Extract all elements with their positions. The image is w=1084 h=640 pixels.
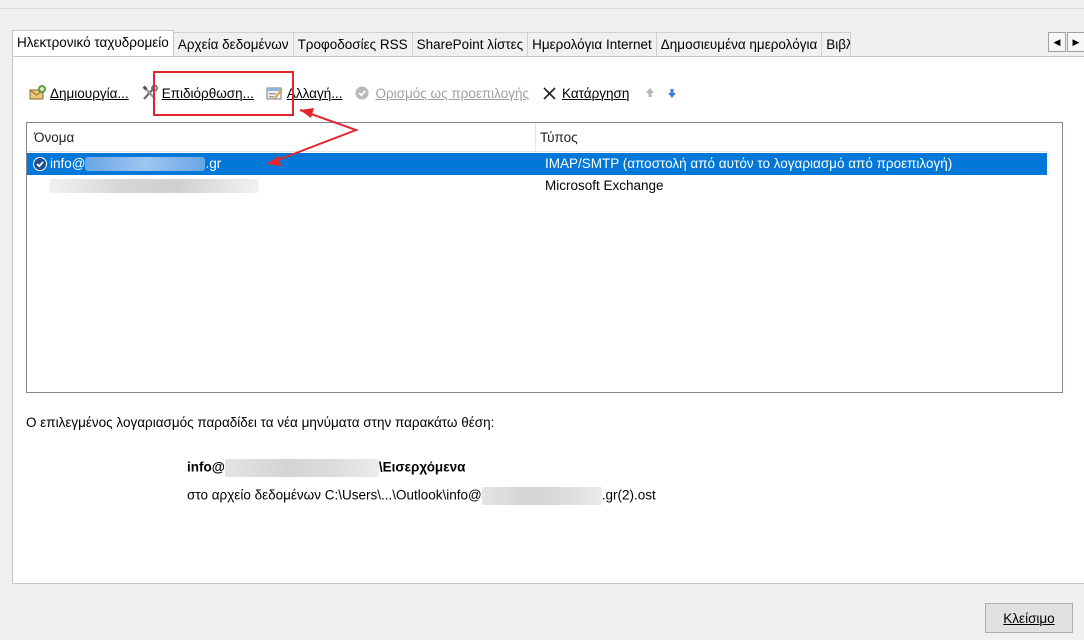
remove-button[interactable]: Κατάργηση	[538, 82, 632, 104]
remove-x-icon	[541, 85, 559, 101]
redacted-account	[224, 459, 379, 477]
tab-scroll-right-icon[interactable]: ▶	[1067, 32, 1084, 52]
delivery-account-folder: info@ \Εισερχόμενα	[187, 459, 465, 477]
tab-scroll-left-icon[interactable]: ◀	[1048, 32, 1066, 52]
remove-label: Κατάργηση	[562, 85, 630, 101]
tab-scroll-buttons: ◀ ▶	[1048, 32, 1084, 52]
repair-label: Επιδιόρθωση...	[161, 85, 254, 101]
delivery-file-prefix: στο αρχείο δεδομένων C:\Users\...\Outloo…	[187, 487, 482, 503]
delivery-data-file: στο αρχείο δεδομένων C:\Users\...\Outloo…	[187, 487, 656, 505]
tab-data-files[interactable]: Αρχεία δεδομένων	[172, 32, 294, 56]
close-label: Κλείσιμο	[1003, 610, 1055, 626]
change-icon	[266, 85, 284, 101]
delivery-intro-text: Ο επιλεγμένος λογαριασμός παραδίδει τα ν…	[26, 415, 495, 430]
tab-address-books[interactable]: Βιβλία διευθύνσεων	[821, 32, 852, 56]
new-account-label: Δημιουργία...	[50, 85, 129, 101]
account-row[interactable]: Microsoft Exchange	[27, 175, 1047, 197]
account-type: Microsoft Exchange	[545, 178, 664, 193]
change-button[interactable]: Αλλαγή...	[263, 82, 346, 104]
new-account-icon	[29, 85, 47, 101]
tab-email[interactable]: Ηλεκτρονικό ταχυδρομείο	[12, 30, 174, 56]
move-down-icon	[666, 85, 678, 101]
column-header-name[interactable]: Όνομα	[34, 123, 74, 151]
delivery-folder: \Εισερχόμενα	[378, 459, 466, 475]
column-separator	[535, 123, 536, 151]
close-button[interactable]: Κλείσιμο	[985, 603, 1073, 633]
default-account-check-icon	[32, 153, 48, 175]
tab-sharepoint-lists[interactable]: SharePoint λίστες	[411, 32, 529, 56]
set-default-button[interactable]: Ορισμός ως προεπιλογής	[351, 82, 532, 104]
account-row-selected[interactable]: info@ .gr IMAP/SMTP (αποστολή από αυτόν τ…	[27, 153, 1047, 175]
account-name-prefix: info@	[50, 156, 86, 171]
new-account-button[interactable]: Δημιουργία...	[26, 82, 132, 104]
delivery-file-suffix: .gr(2).ost	[601, 487, 656, 503]
account-toolbar: Δημιουργία... Επιδιόρθωση... Αλλαγή... Ο…	[26, 82, 682, 104]
column-header-type[interactable]: Τύπος	[540, 123, 578, 151]
tab-internet-calendars[interactable]: Ημερολόγια Internet	[527, 32, 657, 56]
redacted-domain	[85, 157, 206, 172]
repair-button[interactable]: Επιδιόρθωση...	[138, 82, 257, 104]
account-list[interactable]: Όνομα Τύπος info@ .gr IMAP/SMTP (αποστολή…	[26, 122, 1063, 393]
account-name-suffix: .gr	[205, 156, 222, 171]
account-type: IMAP/SMTP (αποστολή από αυτόν το λογαρια…	[545, 156, 953, 171]
move-up-button[interactable]	[638, 82, 662, 104]
repair-tools-icon	[141, 84, 159, 101]
tab-rss-feeds[interactable]: Τροφοδοσίες RSS	[292, 32, 413, 56]
move-up-icon	[644, 85, 656, 101]
tab-strip: Ηλεκτρονικό ταχυδρομείο Αρχεία δεδομένων…	[12, 30, 852, 57]
account-name	[49, 175, 259, 197]
tab-published-calendars[interactable]: Δημοσιευμένα ημερολόγια	[655, 32, 823, 56]
check-circle-icon	[354, 85, 372, 101]
account-name: info@ .gr	[50, 153, 221, 175]
set-default-label: Ορισμός ως προεπιλογής	[375, 85, 529, 101]
move-down-button[interactable]	[662, 82, 682, 104]
redacted-account-name	[49, 179, 259, 194]
change-label: Αλλαγή...	[286, 85, 343, 101]
redacted-file-domain	[481, 487, 602, 505]
top-divider	[0, 8, 1084, 9]
list-header: Όνομα Τύπος	[27, 123, 1047, 152]
delivery-account-prefix: info@	[187, 459, 225, 475]
